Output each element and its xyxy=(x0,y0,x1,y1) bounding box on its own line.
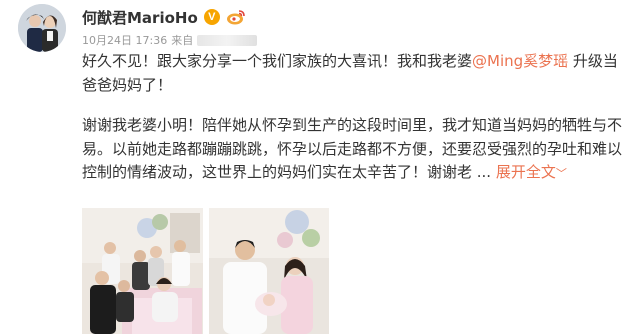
username[interactable]: 何猷君MarioHo xyxy=(82,7,198,28)
family-hospital-photo xyxy=(82,208,203,334)
avatar[interactable] xyxy=(18,4,66,52)
photo-grid xyxy=(82,208,329,334)
mention-link[interactable]: @Ming奚梦瑶 xyxy=(472,52,568,70)
verified-v-icon[interactable]: V xyxy=(203,9,220,25)
post-source-label: 来自 xyxy=(171,34,194,47)
post-source-obscured xyxy=(197,34,258,46)
post-text-1a: 好久不见！跟大家分享一个我们家族的大喜讯！我和我老婆 xyxy=(82,52,473,70)
chevron-down-icon: ﹀ xyxy=(555,167,567,180)
post-body: 好久不见！跟大家分享一个我们家族的大喜讯！我和我老婆@Ming奚梦瑶 升级当爸爸… xyxy=(82,50,630,186)
photo-thumbnail-1[interactable] xyxy=(82,208,203,334)
user-header: 何猷君MarioHo V xyxy=(82,6,246,28)
expand-full-text-link[interactable]: 展开全文﹀ xyxy=(496,163,567,181)
post-paragraph-1: 好久不见！跟大家分享一个我们家族的大喜讯！我和我老婆@Ming奚梦瑶 升级当爸爸… xyxy=(82,50,630,97)
weibo-level-icon[interactable] xyxy=(226,9,246,25)
couple-baby-photo xyxy=(209,208,329,334)
expand-label: 展开全文 xyxy=(495,163,556,181)
post-meta: 10月24日 17:36 来自 xyxy=(82,32,258,48)
post-timestamp[interactable]: 10月24日 17:36 xyxy=(82,32,167,48)
post-paragraph-2: 谢谢我老婆小明！陪伴她从怀孕到生产的这段时间里，我才知道当妈妈的牺牲与不易。以前… xyxy=(82,114,630,186)
photo-thumbnail-2[interactable] xyxy=(209,208,329,334)
